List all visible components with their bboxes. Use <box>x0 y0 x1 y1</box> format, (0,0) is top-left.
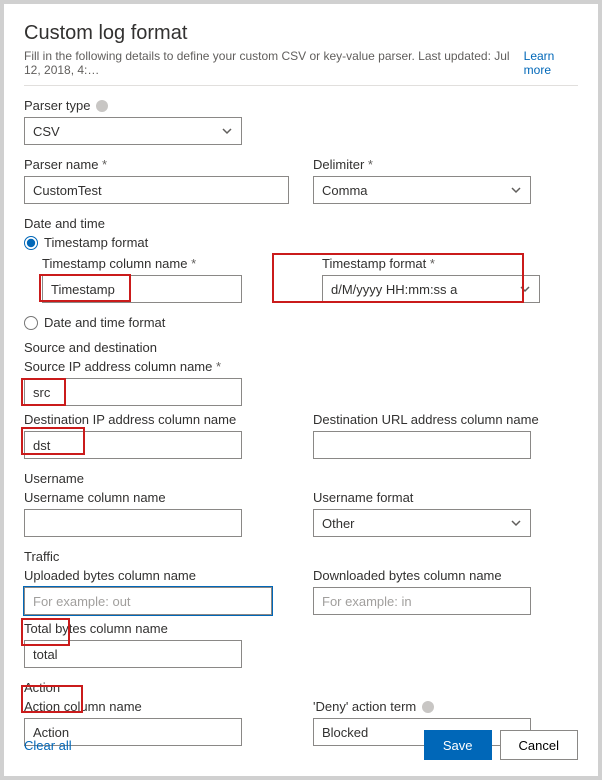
username-section-title: Username <box>24 471 578 486</box>
username-col-label: Username column name <box>24 490 166 505</box>
parser-type-label: Parser type <box>24 98 90 113</box>
dst-url-label: Destination URL address column name <box>313 412 539 427</box>
page-title: Custom log format <box>24 22 578 45</box>
info-icon <box>96 100 108 112</box>
uploaded-label: Uploaded bytes column name <box>24 568 196 583</box>
dst-ip-input[interactable] <box>24 431 242 459</box>
timestamp-col-label: Timestamp column name <box>42 256 196 271</box>
timestamp-format-radio-label: Timestamp format <box>44 235 148 250</box>
parser-name-label: Parser name <box>24 157 107 172</box>
learn-more-link[interactable]: Learn more <box>524 49 578 77</box>
dateandtime-format-radio-label: Date and time format <box>44 315 165 330</box>
custom-log-format-panel: Custom log format Fill in the following … <box>4 4 598 776</box>
action-col-label: Action column name <box>24 699 142 714</box>
dst-url-input[interactable] <box>313 431 531 459</box>
dst-ip-label: Destination IP address column name <box>24 412 236 427</box>
traffic-section-title: Traffic <box>24 549 578 564</box>
save-button[interactable]: Save <box>424 730 492 760</box>
timestamp-fmt-select[interactable]: d/M/yyyy HH:mm:ss a <box>322 275 540 303</box>
timestamp-format-radio[interactable] <box>24 236 38 250</box>
clear-all-link[interactable]: Clear all <box>24 738 72 753</box>
delimiter-label: Delimiter <box>313 157 373 172</box>
username-col-input[interactable] <box>24 509 242 537</box>
cancel-button[interactable]: Cancel <box>500 730 578 760</box>
timestamp-col-input[interactable] <box>42 275 242 303</box>
downloaded-input[interactable] <box>313 587 531 615</box>
parser-type-select[interactable]: CSV <box>24 117 242 145</box>
page-subtitle: Fill in the following details to define … <box>24 49 524 77</box>
dateandtime-format-radio[interactable] <box>24 316 38 330</box>
timestamp-fmt-label: Timestamp format <box>322 256 435 271</box>
datetime-section-title: Date and time <box>24 216 578 231</box>
delimiter-select[interactable]: Comma <box>313 176 531 204</box>
src-ip-label: Source IP address column name <box>24 359 221 374</box>
src-ip-input[interactable] <box>24 378 242 406</box>
info-icon <box>422 701 434 713</box>
total-bytes-label: Total bytes column name <box>24 621 168 636</box>
downloaded-label: Downloaded bytes column name <box>313 568 502 583</box>
deny-term-label: 'Deny' action term <box>313 699 416 714</box>
uploaded-input[interactable] <box>24 587 272 615</box>
divider <box>24 85 578 86</box>
srcdst-section-title: Source and destination <box>24 340 578 355</box>
parser-name-input[interactable] <box>24 176 289 204</box>
username-fmt-label: Username format <box>313 490 413 505</box>
total-bytes-input[interactable] <box>24 640 242 668</box>
username-fmt-select[interactable]: Other <box>313 509 531 537</box>
action-section-title: Action <box>24 680 578 695</box>
